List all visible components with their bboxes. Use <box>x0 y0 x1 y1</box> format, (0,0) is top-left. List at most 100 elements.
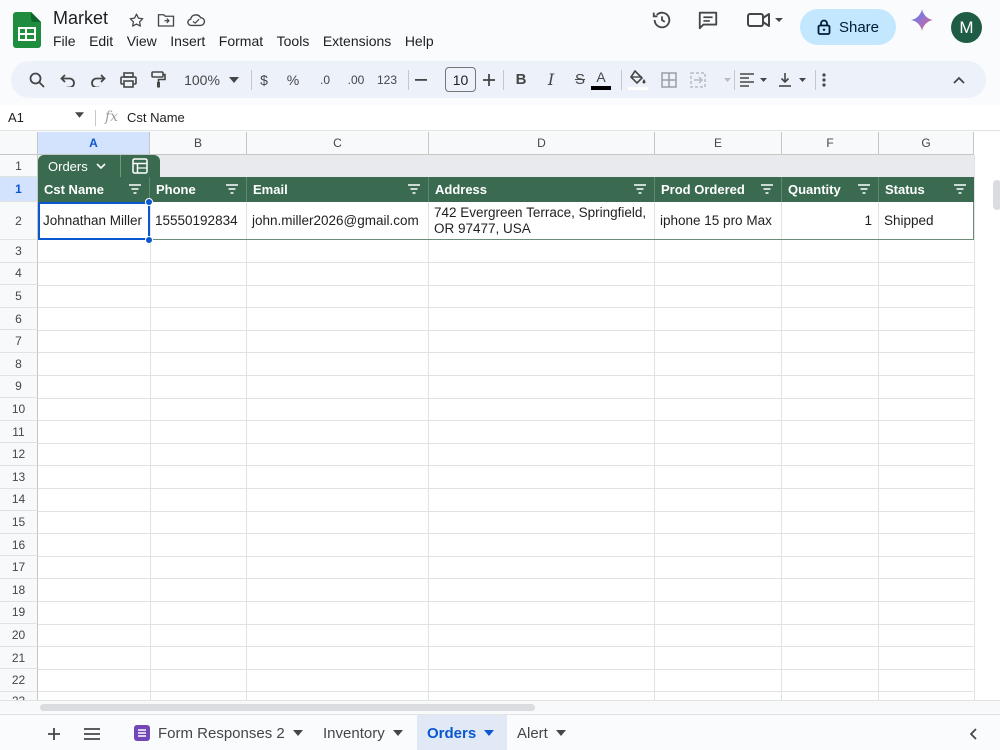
meet-icon[interactable] <box>744 6 786 34</box>
filter-icon[interactable] <box>129 184 141 194</box>
column-header-g[interactable]: G <box>879 132 974 155</box>
row-header-10[interactable]: 10 <box>0 398 38 421</box>
bold-button[interactable]: B <box>511 68 531 91</box>
collapse-toolbar-icon[interactable] <box>949 68 969 91</box>
horizontal-scrollbar[interactable] <box>0 700 1000 713</box>
row-header-22[interactable]: 22 <box>0 669 38 692</box>
cell-e2[interactable]: iphone 15 pro Max <box>655 202 782 239</box>
cloud-saved-icon[interactable] <box>186 10 206 30</box>
decrease-decimal-button[interactable]: .0 <box>312 68 338 91</box>
cell-g2[interactable]: Shipped <box>879 202 973 239</box>
sheets-logo-icon[interactable] <box>13 12 41 48</box>
move-folder-icon[interactable] <box>156 10 176 30</box>
strikethrough-button[interactable]: S <box>570 68 590 91</box>
star-icon[interactable] <box>126 10 146 30</box>
table-header-cst-name[interactable]: Cst Name <box>38 177 150 202</box>
column-header-d[interactable]: D <box>429 132 655 155</box>
fill-color-icon[interactable] <box>626 68 650 91</box>
gemini-sparkle-icon[interactable] <box>908 6 936 34</box>
row-header-5[interactable]: 5 <box>0 285 38 308</box>
menu-tools[interactable]: Tools <box>277 33 310 49</box>
increase-font-size-icon[interactable] <box>479 68 499 91</box>
cell-c2[interactable]: john.miller2026@gmail.com <box>247 202 429 239</box>
comments-icon[interactable] <box>694 6 722 34</box>
column-header-c[interactable]: C <box>247 132 429 155</box>
format-percent-button[interactable]: % <box>283 68 303 91</box>
menu-insert[interactable]: Insert <box>170 33 205 49</box>
filter-icon[interactable] <box>226 184 238 194</box>
row-header-13[interactable]: 13 <box>0 466 38 489</box>
select-all-corner[interactable] <box>0 132 38 155</box>
row-header-4[interactable]: 4 <box>0 262 38 286</box>
column-header-b[interactable]: B <box>150 132 247 155</box>
increase-decimal-button[interactable]: .00 <box>342 68 370 91</box>
row-header-16[interactable]: 16 <box>0 533 38 557</box>
table-header-address[interactable]: Address <box>429 177 655 202</box>
vertical-scrollbar[interactable] <box>974 155 1000 702</box>
row-header-21[interactable]: 21 <box>0 646 38 670</box>
font-size-input[interactable]: 10 <box>445 67 476 92</box>
table-header-phone[interactable]: Phone <box>150 177 247 202</box>
tab-dropdown-icon[interactable] <box>292 730 303 736</box>
column-header-e[interactable]: E <box>655 132 782 155</box>
vertical-scroll-thumb[interactable] <box>993 180 1000 210</box>
tab-dropdown-icon[interactable] <box>555 730 566 736</box>
formula-input[interactable]: Cst Name <box>127 110 185 125</box>
row-header-18[interactable]: 18 <box>0 579 38 602</box>
sheet-tab-form-responses-2[interactable]: Form Responses 2 <box>124 715 313 750</box>
redo-icon[interactable] <box>87 68 109 91</box>
merge-cells-icon[interactable] <box>688 68 734 91</box>
borders-icon[interactable] <box>657 68 681 91</box>
column-header-f[interactable]: F <box>782 132 879 155</box>
table-header-prod-ordered[interactable]: Prod Ordered <box>655 177 782 202</box>
filter-icon[interactable] <box>634 184 646 194</box>
version-history-icon[interactable] <box>648 6 676 34</box>
row-header-1-table[interactable]: 1 <box>0 177 38 202</box>
document-title[interactable]: Market <box>53 8 108 29</box>
table-view-icon[interactable] <box>121 158 159 174</box>
row-header-8[interactable]: 8 <box>0 353 38 376</box>
name-box-dropdown-icon[interactable] <box>75 112 84 118</box>
menu-extensions[interactable]: Extensions <box>323 33 391 49</box>
row-header-19[interactable]: 19 <box>0 601 38 625</box>
menu-format[interactable]: Format <box>219 33 263 49</box>
print-icon[interactable] <box>117 68 139 91</box>
add-sheet-icon[interactable] <box>44 724 64 744</box>
tab-dropdown-icon[interactable] <box>392 730 403 736</box>
sheet-tab-inventory[interactable]: Inventory <box>313 715 413 750</box>
cell-b2[interactable]: 15550192834 <box>150 202 247 239</box>
menu-view[interactable]: View <box>127 33 157 49</box>
more-formats-button[interactable]: 123 <box>373 68 401 91</box>
row-header-6[interactable]: 6 <box>0 307 38 331</box>
table-header-email[interactable]: Email <box>247 177 429 202</box>
more-options-icon[interactable] <box>814 68 834 91</box>
search-menus-icon[interactable] <box>26 68 48 91</box>
row-header-14[interactable]: 14 <box>0 488 38 512</box>
column-header-a[interactable]: A <box>38 132 150 155</box>
zoom-select[interactable]: 100% <box>177 68 227 91</box>
cell-a2[interactable]: Johnathan Miller <box>38 202 150 239</box>
italic-button[interactable]: I <box>541 68 561 91</box>
selection-handle[interactable] <box>145 236 153 244</box>
table-name-chip[interactable]: Orders <box>38 155 160 177</box>
row-header-11[interactable]: 11 <box>0 420 38 444</box>
row-header-12[interactable]: 12 <box>0 443 38 466</box>
menu-edit[interactable]: Edit <box>89 33 113 49</box>
row-header-1[interactable]: 1 <box>0 155 38 177</box>
horizontal-align-icon[interactable] <box>738 68 770 91</box>
menu-file[interactable]: File <box>53 33 76 49</box>
menu-help[interactable]: Help <box>405 33 434 49</box>
filter-icon[interactable] <box>858 184 870 194</box>
selection-handle[interactable] <box>145 198 153 206</box>
filter-icon[interactable] <box>954 184 966 194</box>
table-header-quantity[interactable]: Quantity <box>782 177 879 202</box>
filter-icon[interactable] <box>761 184 773 194</box>
cell-d2[interactable]: 742 Evergreen Terrace, Springfield, OR 9… <box>429 202 655 239</box>
row-header-2[interactable]: 2 <box>0 202 38 240</box>
zoom-dropdown-icon[interactable] <box>227 68 241 91</box>
paint-format-icon[interactable] <box>147 68 169 91</box>
tab-dropdown-icon[interactable] <box>484 730 495 736</box>
spreadsheet-grid[interactable]: A B C D E F G 1 1 2 3 4 5 6 7 8 9 10 11 … <box>0 132 1000 702</box>
decrease-font-size-icon[interactable] <box>412 68 430 91</box>
text-color-button[interactable]: A <box>590 68 612 91</box>
